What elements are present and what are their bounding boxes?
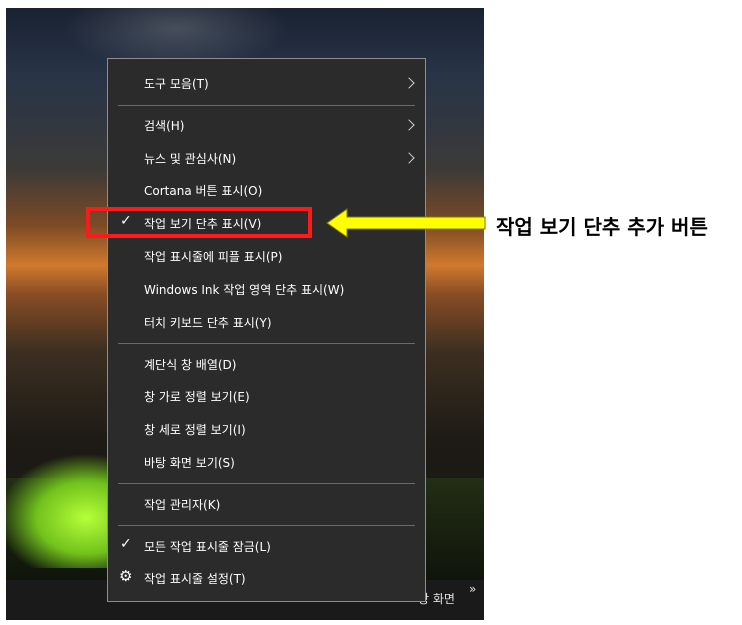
taskbar-context-menu: 도구 모음(T) 검색(H) 뉴스 및 관심사(N) Cortana 버튼 표시…: [107, 58, 426, 602]
menu-separator: [118, 483, 415, 484]
menu-item-show-touch-keyboard[interactable]: 터치 키보드 단추 표시(Y): [108, 307, 425, 339]
menu-item-show-cortana[interactable]: Cortana 버튼 표시(O): [108, 175, 425, 207]
chevron-right-icon: [403, 152, 415, 164]
menu-item-lock-taskbar[interactable]: ✓ 모든 작업 표시줄 잠금(L): [108, 531, 425, 563]
menu-separator: [118, 105, 415, 106]
menu-item-search[interactable]: 검색(H): [108, 110, 425, 142]
annotation-label: 작업 보기 단추 추가 버튼: [496, 215, 708, 239]
chevron-right-icon: [403, 77, 415, 89]
menu-item-side-by-side[interactable]: 창 세로 정렬 보기(I): [108, 414, 425, 446]
menu-separator: [118, 343, 415, 344]
menu-item-label: 창 세로 정렬 보기(I): [144, 423, 246, 437]
menu-item-stack-windows[interactable]: 창 가로 정렬 보기(E): [108, 381, 425, 413]
menu-item-label: 모든 작업 표시줄 잠금(L): [144, 540, 271, 554]
menu-item-show-windows-ink[interactable]: Windows Ink 작업 영역 단추 표시(W): [108, 274, 425, 306]
menu-item-label: 검색(H): [144, 119, 185, 133]
menu-item-news-interests[interactable]: 뉴스 및 관심사(N): [108, 143, 425, 175]
menu-item-show-desktop[interactable]: 바탕 화면 보기(S): [108, 447, 425, 479]
menu-item-show-people[interactable]: 작업 표시줄에 피플 표시(P): [108, 241, 425, 273]
menu-item-taskbar-settings[interactable]: ⚙ 작업 표시줄 설정(T): [108, 563, 425, 595]
callout-arrow-icon: [326, 208, 486, 238]
menu-item-label: 작업 표시줄 설정(T): [144, 572, 246, 586]
menu-item-label: Windows Ink 작업 영역 단추 표시(W): [144, 283, 345, 297]
highlight-box: [86, 207, 312, 238]
menu-separator: [118, 525, 415, 526]
menu-item-toolbars[interactable]: 도구 모음(T): [108, 68, 425, 100]
menu-item-label: 창 가로 정렬 보기(E): [144, 390, 250, 404]
menu-item-label: 터치 키보드 단추 표시(Y): [144, 316, 272, 330]
menu-item-label: 작업 표시줄에 피플 표시(P): [144, 250, 283, 264]
menu-item-cascade-windows[interactable]: 계단식 창 배열(D): [108, 349, 425, 381]
menu-item-label: 계단식 창 배열(D): [144, 358, 237, 372]
chevron-right-icon: [403, 119, 415, 131]
gear-icon: ⚙: [119, 567, 133, 585]
menu-item-label: 작업 관리자(K): [144, 498, 221, 512]
menu-item-task-manager[interactable]: 작업 관리자(K): [108, 489, 425, 521]
taskbar-overflow-chevron[interactable]: »: [469, 582, 476, 596]
menu-item-label: 바탕 화면 보기(S): [144, 456, 235, 470]
menu-item-label: 뉴스 및 관심사(N): [144, 152, 237, 166]
checkmark-icon: ✓: [120, 536, 132, 552]
menu-item-label: Cortana 버튼 표시(O): [144, 184, 263, 198]
menu-item-label: 도구 모음(T): [144, 77, 209, 91]
